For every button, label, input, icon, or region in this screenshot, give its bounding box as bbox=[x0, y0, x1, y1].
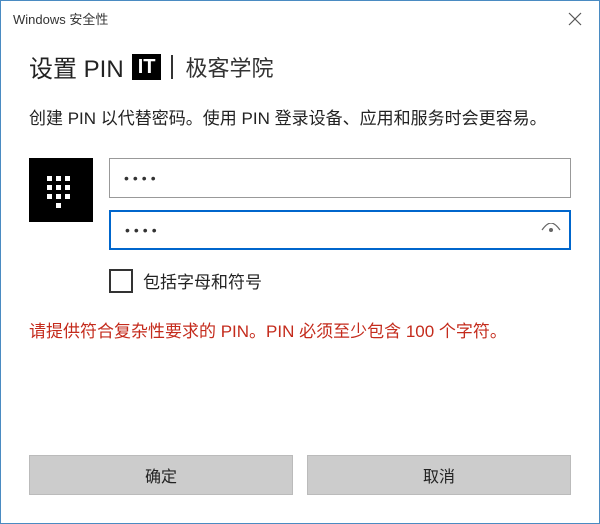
titlebar: Windows 安全性 bbox=[1, 1, 599, 37]
spacer bbox=[29, 346, 571, 455]
close-icon bbox=[568, 12, 582, 26]
brand-badge: IT bbox=[132, 54, 162, 80]
pin-input-confirm[interactable] bbox=[109, 210, 571, 250]
pin-input-new[interactable] bbox=[109, 158, 571, 198]
dialog-content: 设置 PIN IT 极客学院 创建 PIN 以代替密码。使用 PIN 登录设备、… bbox=[1, 37, 599, 455]
checkbox-row: 包括字母和符号 bbox=[109, 268, 571, 293]
pin-fields: 包括字母和符号 bbox=[109, 158, 571, 293]
heading-row: 设置 PIN IT 极客学院 bbox=[29, 49, 571, 84]
close-button[interactable] bbox=[551, 1, 599, 37]
dialog-heading: 设置 PIN bbox=[29, 49, 124, 84]
pin-input-wrap-1 bbox=[109, 158, 571, 198]
dialog-description: 创建 PIN 以代替密码。使用 PIN 登录设备、应用和服务时会更容易。 bbox=[29, 106, 571, 132]
include-letters-checkbox[interactable] bbox=[109, 269, 133, 293]
security-dialog: Windows 安全性 设置 PIN IT 极客学院 创建 PIN 以代替密码。… bbox=[0, 0, 600, 524]
brand-separator bbox=[171, 55, 173, 79]
pin-pad-icon bbox=[29, 158, 93, 222]
reveal-password-icon[interactable] bbox=[541, 220, 561, 240]
pin-input-wrap-2 bbox=[109, 210, 571, 250]
window-title: Windows 安全性 bbox=[13, 9, 108, 28]
checkbox-label: 包括字母和符号 bbox=[143, 268, 262, 293]
error-message: 请提供符合复杂性要求的 PIN。PIN 必须至少包含 100 个字符。 bbox=[29, 319, 571, 345]
pin-area: 包括字母和符号 bbox=[29, 158, 571, 293]
cancel-button[interactable]: 取消 bbox=[307, 455, 571, 495]
ok-button[interactable]: 确定 bbox=[29, 455, 293, 495]
brand-text: 极客学院 bbox=[185, 51, 273, 83]
button-row: 确定 取消 bbox=[1, 455, 599, 523]
